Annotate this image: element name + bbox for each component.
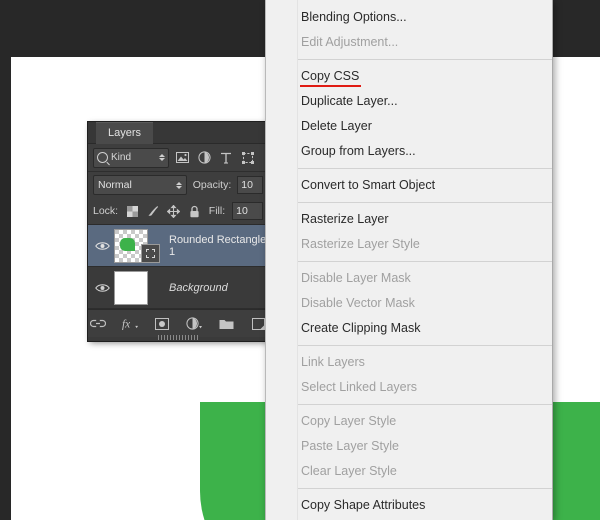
menu-item-rasterize-layer-style: Rasterize Layer Style	[266, 232, 552, 257]
eye-icon[interactable]	[90, 283, 114, 293]
layer-context-menu[interactable]: Blending Options... Edit Adjustment... Cop…	[265, 0, 553, 520]
menu-item-label: Link Layers	[301, 355, 365, 369]
image-lock-icon[interactable]	[146, 204, 160, 218]
shape-thumbnail-preview	[120, 238, 135, 251]
menu-item-label: Rasterize Layer Style	[301, 237, 420, 251]
eye-icon[interactable]	[90, 241, 114, 251]
menu-item-blending-options[interactable]: Blending Options...	[266, 5, 552, 30]
menu-item-label: Create Clipping Mask	[301, 321, 421, 335]
menu-item-label: Paste Layer Style	[301, 439, 399, 453]
menu-item-label: Copy Layer Style	[301, 414, 396, 428]
image-filter-icon[interactable]	[173, 149, 191, 167]
menu-item-copy-layer-style: Copy Layer Style	[266, 409, 552, 434]
menu-item-group-from-layers[interactable]: Group from Layers...	[266, 139, 552, 164]
layer-name-label: Background	[155, 282, 228, 294]
fill-label: Fill:	[209, 205, 225, 217]
menu-item-label: Clear Layer Style	[301, 464, 397, 478]
photoshop-window: Layers Kind Normal	[0, 0, 600, 520]
shape-filter-icon[interactable]	[239, 149, 257, 167]
blend-mode-select[interactable]: Normal	[93, 175, 187, 195]
svg-text:fx: fx	[122, 319, 130, 330]
new-group-icon[interactable]	[218, 315, 235, 332]
chevron-updown-icon	[159, 154, 165, 161]
menu-item-label: Copy Shape Attributes	[301, 498, 425, 512]
layer-mask-icon[interactable]	[154, 315, 171, 332]
layers-panel: Layers Kind Normal	[88, 122, 268, 341]
filter-kind-label: Kind	[111, 152, 156, 163]
menu-item-label: Convert to Smart Object	[301, 178, 435, 192]
menu-item-label: Blending Options...	[301, 10, 407, 24]
menu-item-rasterize-layer[interactable]: Rasterize Layer	[266, 207, 552, 232]
layer-thumbnail[interactable]	[114, 229, 148, 263]
menu-separator	[298, 261, 552, 262]
menu-item-create-clipping-mask[interactable]: Create Clipping Mask	[266, 316, 552, 341]
panel-resize-grip[interactable]	[158, 335, 198, 340]
menu-item-label: Disable Vector Mask	[301, 296, 415, 310]
menu-item-select-linked-layers: Select Linked Layers	[266, 375, 552, 400]
magnifier-icon	[97, 152, 108, 163]
menu-item-label: Disable Layer Mask	[301, 271, 411, 285]
menu-item-link-layers: Link Layers	[266, 350, 552, 375]
menu-item-disable-layer-mask: Disable Layer Mask	[266, 266, 552, 291]
link-layers-icon[interactable]	[90, 315, 107, 332]
menu-item-label: Rasterize Layer	[301, 212, 389, 226]
app-background-left	[0, 0, 11, 520]
layer-style-fx-icon[interactable]: fx	[122, 315, 139, 332]
vector-mask-thumbnail[interactable]	[141, 244, 160, 263]
menu-separator	[298, 404, 552, 405]
menu-item-disable-vector-mask: Disable Vector Mask	[266, 291, 552, 316]
menu-separator	[298, 488, 552, 489]
menu-item-label: Edit Adjustment...	[301, 35, 398, 49]
menu-separator	[298, 59, 552, 60]
all-lock-icon[interactable]	[188, 204, 202, 218]
filter-kind-select[interactable]: Kind	[93, 148, 169, 168]
transparency-lock-icon[interactable]	[125, 204, 139, 218]
tab-layers[interactable]: Layers	[96, 122, 153, 144]
lock-row: Lock: Fill: 10	[88, 198, 268, 225]
menu-item-label: Copy CSS	[301, 64, 359, 89]
fill-input[interactable]: 10	[232, 202, 263, 220]
new-layer-icon[interactable]	[250, 315, 267, 332]
layer-row[interactable]: Background	[88, 267, 268, 309]
opacity-input[interactable]: 10	[237, 176, 263, 194]
opacity-label: Opacity:	[193, 179, 232, 191]
layer-list: Rounded Rectangle 1 Background	[88, 225, 268, 309]
layer-name-label: Rounded Rectangle 1	[155, 234, 268, 258]
panel-tab-bar: Layers	[88, 122, 268, 144]
blend-mode-value: Normal	[98, 179, 176, 191]
menu-item-paste-layer-style: Paste Layer Style	[266, 434, 552, 459]
blend-mode-row: Normal Opacity: 10	[88, 172, 268, 198]
menu-separator	[298, 202, 552, 203]
menu-item-label: Duplicate Layer...	[301, 94, 398, 108]
menu-separator	[298, 168, 552, 169]
layer-filter-row: Kind	[88, 144, 268, 172]
layer-row[interactable]: Rounded Rectangle 1	[88, 225, 268, 267]
menu-item-label: Delete Layer	[301, 119, 372, 133]
context-menu-items: Blending Options... Edit Adjustment... Cop…	[266, 0, 552, 520]
type-filter-icon[interactable]	[217, 149, 235, 167]
layers-panel-toolbar: fx	[88, 309, 268, 337]
chevron-updown-icon	[176, 182, 182, 189]
menu-item-delete-layer[interactable]: Delete Layer	[266, 114, 552, 139]
menu-item-edit-adjustment: Edit Adjustment...	[266, 30, 552, 55]
menu-item-copy-css[interactable]: Copy CSS	[266, 64, 552, 89]
menu-item-label: Select Linked Layers	[301, 380, 417, 394]
lock-label: Lock:	[93, 205, 118, 217]
adjustment-layer-icon[interactable]	[186, 315, 203, 332]
menu-item-label: Group from Layers...	[301, 144, 416, 158]
menu-item-clear-layer-style: Clear Layer Style	[266, 459, 552, 484]
menu-item-convert-to-smart-object[interactable]: Convert to Smart Object	[266, 173, 552, 198]
position-lock-icon[interactable]	[167, 204, 181, 218]
menu-separator	[298, 345, 552, 346]
menu-item-copy-shape-attributes[interactable]: Copy Shape Attributes	[266, 493, 552, 518]
adjustment-filter-icon[interactable]	[195, 149, 213, 167]
layer-thumbnail[interactable]	[114, 271, 148, 305]
menu-item-duplicate-layer[interactable]: Duplicate Layer...	[266, 89, 552, 114]
